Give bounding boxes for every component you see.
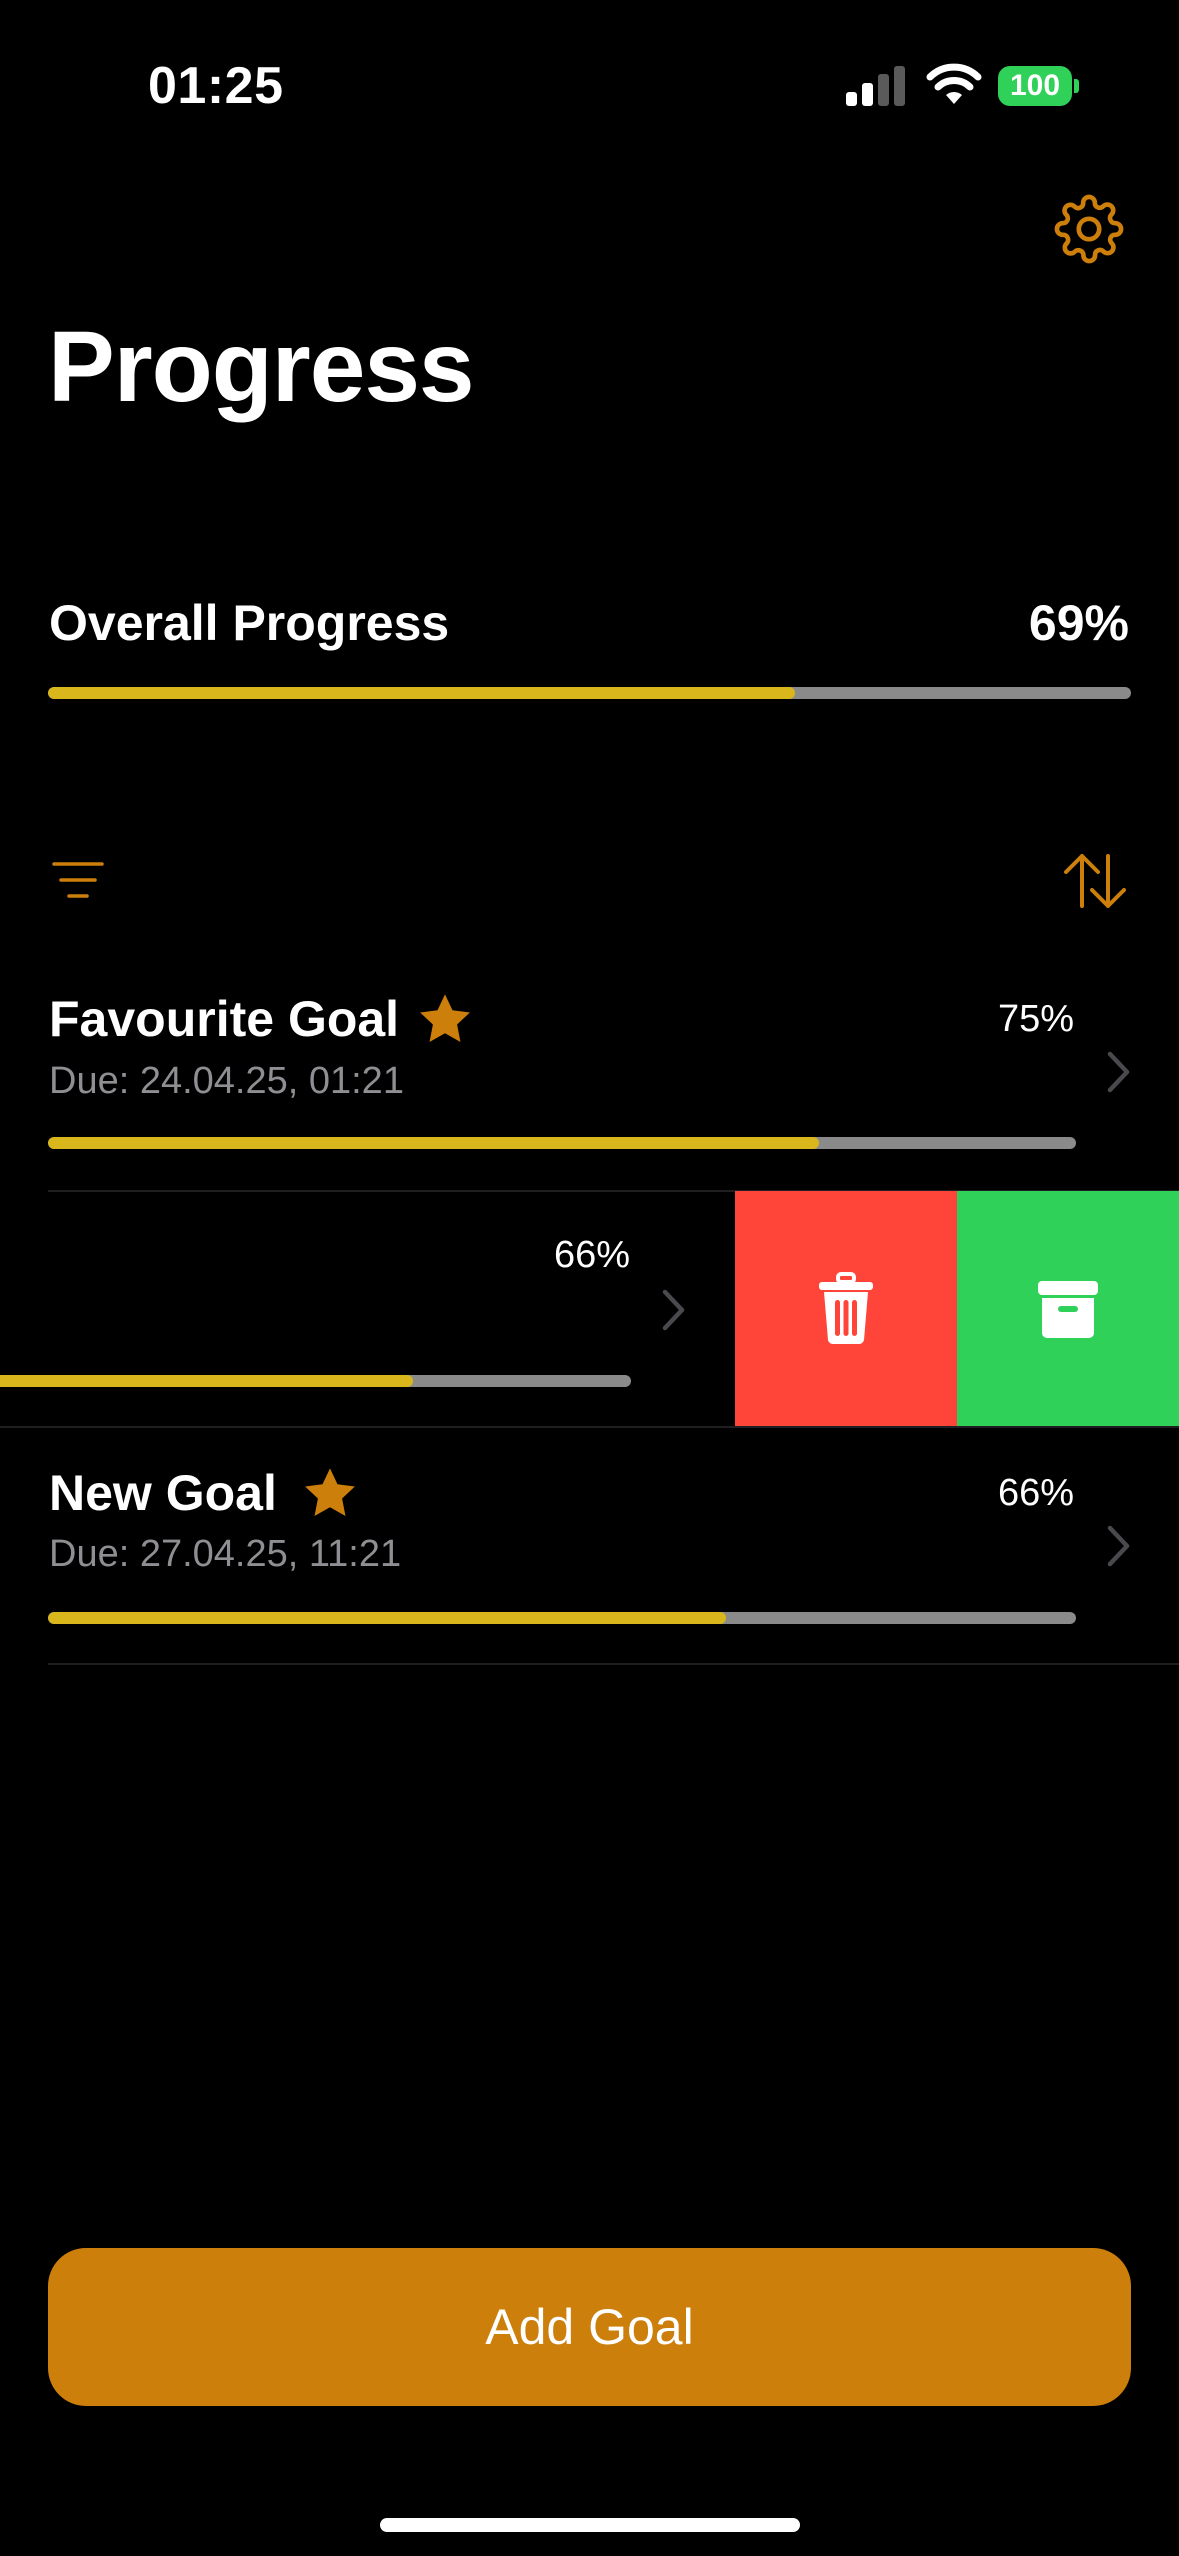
goal-title: New Goal	[49, 1465, 277, 1521]
goal-progress-bar	[48, 1137, 1076, 1149]
star-icon	[420, 994, 470, 1042]
sort-arrows-icon[interactable]	[1062, 852, 1128, 910]
goal-progress-bar	[48, 1612, 1076, 1624]
goal-due-date: Due: 24.04.25, 01:21	[49, 1060, 404, 1102]
add-goal-button[interactable]: Add Goal	[48, 2248, 1131, 2406]
goal-percent: 66%	[997, 1472, 1074, 1514]
goal-progress-fill	[0, 1375, 414, 1387]
archive-action-button[interactable]	[957, 1191, 1179, 1427]
archive-box-icon	[1038, 1281, 1098, 1338]
battery-indicator: 100	[998, 66, 1080, 106]
row-separator	[48, 1663, 1179, 1665]
star-icon	[305, 1468, 355, 1516]
goal-progress-fill	[48, 1137, 819, 1149]
goal-due-date: Due: 27.04.25, 11:21	[49, 1533, 402, 1575]
battery-level: 100	[998, 66, 1072, 106]
overall-progress-value: 69%	[1028, 595, 1129, 651]
status-time: 01:25	[148, 57, 284, 115]
delete-action-button[interactable]	[735, 1191, 957, 1427]
gear-icon[interactable]	[1054, 194, 1124, 264]
trash-icon	[819, 1272, 873, 1345]
wifi-icon	[926, 63, 982, 104]
goal-percent: 75%	[997, 998, 1074, 1040]
page-title: Progress	[48, 311, 475, 423]
row-separator	[0, 1426, 1179, 1428]
overall-progress-label: Overall Progress	[49, 595, 450, 651]
overall-progress-bar	[48, 687, 1131, 699]
cellular-signal-icon	[846, 66, 905, 106]
battery-cap	[1074, 79, 1079, 93]
overall-progress-fill	[48, 687, 796, 699]
goal-percent: 66%	[553, 1234, 630, 1276]
home-indicator	[380, 2518, 800, 2532]
goal-progress-bar	[0, 1375, 631, 1387]
goal-progress-fill	[48, 1612, 727, 1624]
chevron-right-icon	[1107, 1525, 1130, 1567]
chevron-right-icon	[1107, 1051, 1130, 1093]
goal-title: Favourite Goal	[49, 991, 400, 1047]
chevron-right-icon	[662, 1289, 685, 1331]
filter-icon[interactable]	[52, 860, 104, 900]
